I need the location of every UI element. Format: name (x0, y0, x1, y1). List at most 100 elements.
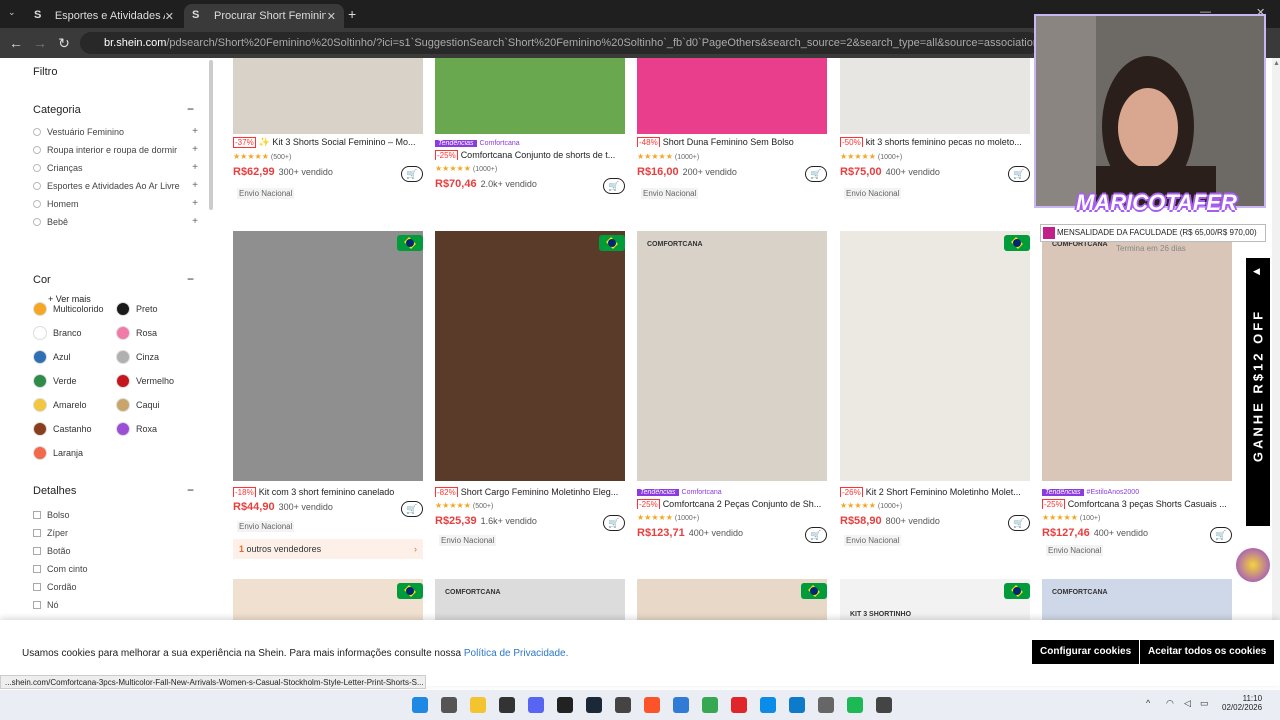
other-sellers-link[interactable]: 1 outros vendedores › (233, 539, 423, 559)
color-option-azul[interactable]: Azul (33, 350, 71, 364)
volume-icon[interactable]: ◁ (1184, 698, 1191, 709)
radio-icon[interactable] (33, 163, 41, 172)
chrome-icon[interactable] (702, 697, 718, 713)
vscode-icon[interactable] (789, 697, 805, 713)
chevron-left-icon[interactable]: ◀ (1253, 266, 1260, 277)
product-title[interactable]: -25% Comfortcana 2 Peças Conjunto de Sh..… (637, 499, 827, 509)
detail-option[interactable]: Nó (33, 600, 59, 610)
category-item[interactable]: Crianças + (33, 162, 198, 173)
checkbox-icon[interactable] (33, 529, 41, 537)
product-title[interactable]: -26% Kit 2 Short Feminino Moletinho Molet… (840, 487, 1030, 497)
discord-icon[interactable] (528, 697, 544, 713)
product-title[interactable]: -48% Short Duna Feminino Sem Bolso (637, 137, 827, 147)
scroll-up-icon[interactable]: ▲ (1273, 60, 1280, 74)
forward-icon[interactable]: → (28, 35, 52, 51)
close-icon[interactable]: ✕ (327, 10, 336, 23)
page-scrollbar[interactable]: ▲ (1272, 58, 1280, 678)
category-item[interactable]: Homem + (33, 198, 198, 209)
product-image[interactable] (435, 58, 625, 134)
task-view-icon[interactable] (441, 697, 457, 713)
detail-option[interactable]: Com cinto (33, 564, 88, 574)
color-option-laranja[interactable]: Laranja (33, 446, 83, 460)
product-title[interactable]: -82% Short Cargo Feminino Moletinho Eleg.… (435, 487, 625, 497)
accept-cookies-button[interactable]: Aceitar todos os cookies (1140, 640, 1275, 664)
close-icon[interactable]: ✕ (165, 10, 174, 23)
product-title[interactable]: -25% Comfortcana 3 peças Shorts Casuais .… (1042, 499, 1232, 509)
color-option-preto[interactable]: Preto (116, 302, 158, 316)
tab-list-icon[interactable]: ⌄ (8, 7, 16, 18)
promo-side-banner[interactable]: ◀ GANHE R$12 OFF (1246, 258, 1270, 526)
new-tab-icon[interactable]: + (348, 6, 356, 22)
add-to-cart-button[interactable]: 🛒 (1210, 527, 1232, 543)
add-to-cart-button[interactable]: 🛒 (603, 178, 625, 194)
obs-icon[interactable] (615, 697, 631, 713)
app-icon[interactable] (876, 697, 892, 713)
detail-option[interactable]: Cordão (33, 582, 77, 592)
checkbox-icon[interactable] (33, 565, 41, 573)
tab-procurar[interactable]: S Procurar Short Feminino Soltinho ✕ (184, 4, 344, 28)
checkbox-icon[interactable] (33, 511, 41, 519)
opera-icon[interactable] (731, 697, 747, 713)
checkbox-icon[interactable] (33, 601, 41, 609)
mascot-icon[interactable] (1236, 548, 1270, 582)
product-card[interactable]: -50% kit 3 shorts feminino pecas no molet… (840, 58, 1030, 208)
product-card[interactable]: -37% ✨ Kit 3 Shorts Social Feminino – Mo.… (233, 58, 423, 208)
battery-icon[interactable]: ▭ (1200, 698, 1209, 709)
detail-option[interactable]: Bolso (33, 510, 70, 520)
epic-games-icon[interactable] (557, 697, 573, 713)
tab-esportes[interactable]: S Esportes e Atividades Ao Ar Livre ✕ (26, 4, 182, 28)
product-image[interactable] (233, 231, 423, 481)
color-option-verde[interactable]: Verde (33, 374, 77, 388)
color-option-caqui[interactable]: Caqui (116, 398, 160, 412)
detail-option[interactable]: Botão (33, 546, 71, 556)
product-card[interactable]: COMFORTCANA Tendências #EstiloAnos2000 -2… (1042, 231, 1232, 561)
product-image[interactable] (233, 58, 423, 134)
add-to-cart-button[interactable]: 🛒 (401, 166, 423, 182)
category-heading[interactable]: Categoria (33, 104, 81, 116)
tray-chevron-icon[interactable]: ^ (1146, 698, 1150, 708)
expand-icon[interactable]: + (192, 126, 198, 137)
color-option-rosa[interactable]: Rosa (116, 326, 157, 340)
product-card[interactable]: COMFORTCANA Tendências Comfortcana -25% Co… (637, 231, 827, 561)
add-to-cart-button[interactable]: 🛒 (1008, 515, 1030, 531)
detail-option[interactable]: Zíper (33, 528, 68, 538)
expand-icon[interactable]: + (192, 180, 198, 191)
add-to-cart-button[interactable]: 🛒 (603, 515, 625, 531)
checkbox-icon[interactable] (33, 583, 41, 591)
configure-cookies-button[interactable]: Configurar cookies (1032, 640, 1140, 664)
product-card[interactable]: Tendências Comfortcana -25% Comfortcana Co… (435, 58, 625, 208)
sidebar-scrollbar[interactable] (209, 60, 213, 210)
add-to-cart-button[interactable]: 🛒 (1008, 166, 1030, 182)
product-image[interactable]: COMFORTCANA (1042, 579, 1232, 620)
product-title[interactable]: -25% Comfortcana Conjunto de shorts de t.… (435, 150, 625, 160)
brand-tag[interactable]: Comfortcana (480, 140, 520, 147)
reload-icon[interactable]: ↻ (52, 35, 76, 52)
add-to-cart-button[interactable]: 🛒 (805, 527, 827, 543)
product-image[interactable]: COMFORTCANA (637, 231, 827, 481)
brave-icon[interactable] (644, 697, 660, 713)
edge-icon[interactable] (760, 697, 776, 713)
color-option-cinza[interactable]: Cinza (116, 350, 159, 364)
app-icon[interactable] (673, 697, 689, 713)
radio-icon[interactable] (33, 199, 41, 208)
color-option-castanho[interactable]: Castanho (33, 422, 92, 436)
brand-tag[interactable]: Comfortcana (682, 489, 722, 496)
product-title[interactable]: -18% Kit com 3 short feminino canelado (233, 487, 423, 497)
color-option-amarelo[interactable]: Amarelo (33, 398, 87, 412)
product-image[interactable]: COMFORTCANA (435, 579, 625, 620)
radio-icon[interactable] (33, 181, 41, 190)
clock[interactable]: 11:10 02/02/2026 (1222, 694, 1262, 712)
terminal-icon[interactable] (499, 697, 515, 713)
category-item[interactable]: Esportes e Atividades Ao Ar Livre + (33, 180, 198, 191)
expand-icon[interactable]: + (192, 216, 198, 227)
expand-icon[interactable]: + (192, 144, 198, 155)
product-card[interactable]: -18% Kit com 3 short feminino canelado R$… (233, 231, 423, 561)
expand-icon[interactable]: + (192, 162, 198, 173)
color-option-roxa[interactable]: Roxa (116, 422, 157, 436)
color-option-vermelho[interactable]: Vermelho (116, 374, 174, 388)
product-title[interactable]: -37% ✨ Kit 3 Shorts Social Feminino – Mo.… (233, 137, 423, 148)
product-image[interactable]: KIT 3 SHORTINHO (840, 579, 1030, 620)
wifi-icon[interactable]: ◠ (1166, 698, 1174, 709)
product-image[interactable] (233, 579, 423, 620)
url-input[interactable]: br.shein.com/pdsearch/Short%20Feminino%2… (80, 32, 1040, 54)
